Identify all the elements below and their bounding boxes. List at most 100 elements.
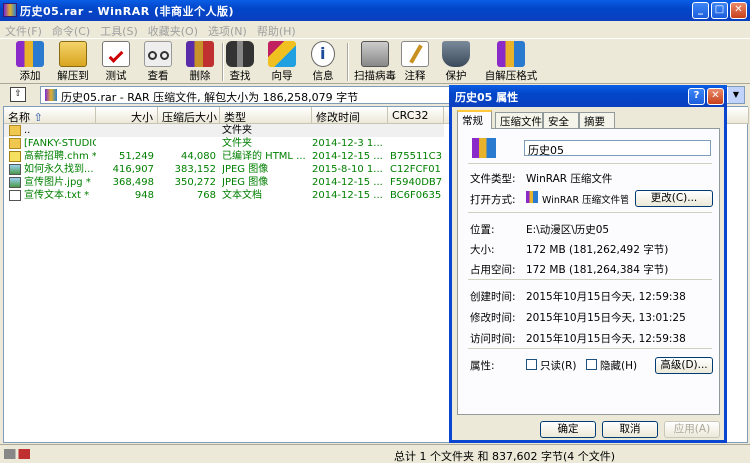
dialog-close-button[interactable]: ✕: [707, 88, 724, 105]
help-file-icon: [9, 151, 21, 162]
wizard-wand-icon: [268, 41, 296, 67]
find-button[interactable]: 查找: [218, 41, 262, 83]
view-button[interactable]: 查看: [136, 41, 180, 83]
file-name-input[interactable]: 历史05: [524, 140, 711, 157]
rar-archive-icon: [45, 89, 57, 101]
view-glasses-icon: [144, 41, 172, 67]
wizard-button[interactable]: 向导: [260, 41, 304, 83]
change-button[interactable]: 更改(C)...: [635, 190, 713, 207]
delete-button[interactable]: 删除: [178, 41, 222, 83]
file-name: 高薪招聘.chm *: [24, 151, 96, 162]
maximize-button[interactable]: □: [711, 2, 728, 19]
readonly-checkbox[interactable]: [526, 359, 537, 370]
ok-button[interactable]: 确定: [540, 421, 596, 438]
column-packed[interactable]: 压缩后大小: [158, 107, 220, 124]
table-row[interactable]: 高薪招聘.chm * 51,249 44,080 已编译的 HTML ... 2…: [4, 150, 444, 163]
extract-to-label: 解压到: [57, 70, 89, 82]
protect-button[interactable]: 保护: [434, 41, 478, 83]
tab-security[interactable]: 安全: [543, 112, 579, 128]
dialog-title-bar[interactable]: 历史05 属性 ? ✕: [449, 85, 727, 107]
advanced-button[interactable]: 高级(D)...: [655, 357, 713, 374]
info-button[interactable]: i 信息: [301, 41, 345, 83]
protect-label: 保护: [445, 70, 467, 82]
column-name-label: 名称: [8, 111, 30, 124]
add-books-icon: [16, 41, 44, 67]
minimize-button[interactable]: _: [692, 2, 709, 19]
up-folder-button[interactable]: ⇧: [10, 87, 26, 102]
folder-icon: [9, 125, 21, 136]
menu-file[interactable]: 文件(F): [0, 21, 47, 39]
find-label: 查找: [229, 70, 251, 82]
address-text: 历史05.rar - RAR 压缩文件, 解包大小为 186,258,079 字…: [61, 91, 359, 104]
size-on-disk-value: 172 MB (181,264,384 字节): [526, 264, 669, 276]
sort-arrow-icon: ⇧: [33, 111, 43, 124]
table-row[interactable]: .. 文件夹: [4, 124, 444, 137]
tab-summary[interactable]: 摘要: [579, 112, 615, 128]
delete-label: 删除: [189, 70, 211, 82]
apply-button[interactable]: 应用(A): [664, 421, 720, 438]
column-name[interactable]: 名称 ⇧: [4, 107, 96, 124]
toolbar: 添加 解压到 测试 查看 删除 查找 向导 i 信息 扫描病毒 注释 保护 自解…: [0, 38, 750, 84]
add-label: 添加: [19, 70, 41, 82]
file-type: 已编译的 HTML ...: [222, 151, 306, 162]
table-row[interactable]: [FANKY-STUDIO... 文件夹 2014-12-3 1...: [4, 137, 444, 150]
extract-to-button[interactable]: 解压到: [51, 41, 95, 83]
image-file-icon: [9, 164, 21, 175]
file-packed: 383,152: [174, 164, 216, 175]
info-label: 信息: [312, 70, 334, 82]
dialog-help-button[interactable]: ?: [688, 88, 705, 105]
file-type: JPEG 图像: [222, 164, 269, 175]
file-modified: 2014-12-15 ...: [312, 151, 383, 162]
divider: [468, 163, 712, 164]
table-row[interactable]: 宣传图片.jpg * 368,498 350,272 JPEG 图像 2014-…: [4, 176, 444, 189]
tab-general[interactable]: 常规: [457, 110, 492, 129]
cancel-button[interactable]: 取消: [602, 421, 658, 438]
menu-help[interactable]: 帮助(H): [252, 21, 301, 39]
file-type: 文本文档: [222, 190, 262, 201]
table-row[interactable]: 宣传文本.txt * 948 768 文本文档 2014-12-15 ... B…: [4, 189, 444, 202]
accessed-label: 访问时间:: [470, 333, 516, 345]
column-crc[interactable]: CRC32: [388, 107, 444, 124]
file-modified: 2014-12-3 1...: [312, 138, 383, 149]
address-dropdown-button[interactable]: ▼: [728, 87, 744, 103]
column-modified[interactable]: 修改时间: [312, 107, 388, 124]
column-type[interactable]: 类型: [220, 107, 312, 124]
file-type-label: 文件类型:: [470, 173, 516, 185]
menu-options[interactable]: 选项(N): [203, 21, 252, 39]
status-bar: 总计 1 个文件夹 和 837,602 字节(4 个文件): [0, 444, 750, 463]
file-size: 948: [134, 190, 154, 201]
image-file-icon: [9, 177, 21, 188]
main-title-bar[interactable]: 历史05.rar - WinRAR (非商业个人版) _ □ ✕: [0, 0, 750, 21]
menu-tools[interactable]: 工具(S): [95, 21, 143, 39]
file-crc: B75511C3: [390, 151, 443, 162]
test-button[interactable]: 测试: [94, 41, 138, 83]
comment-label: 注释: [404, 70, 426, 82]
created-value: 2015年10月15日今天, 12:59:38: [526, 291, 686, 303]
close-button[interactable]: ✕: [730, 2, 747, 19]
tab-archive[interactable]: 压缩文件: [495, 112, 543, 128]
comment-button[interactable]: 注释: [393, 41, 437, 83]
table-row[interactable]: 如何永久找到... 416,907 383,152 JPEG 图像 2015-8…: [4, 163, 444, 176]
file-name: [FANKY-STUDIO...: [24, 138, 96, 149]
window-title: 历史05.rar - WinRAR (非商业个人版): [20, 5, 235, 18]
menu-commands[interactable]: 命令(C): [47, 21, 95, 39]
hidden-label: 隐藏(H): [600, 360, 638, 372]
add-button[interactable]: 添加: [8, 41, 52, 83]
file-type: 文件夹: [222, 138, 252, 149]
test-label: 测试: [105, 70, 127, 82]
sfx-button[interactable]: 自解压格式: [482, 41, 540, 83]
wizard-label: 向导: [271, 70, 293, 82]
toolbar-separator: [347, 43, 349, 81]
column-size[interactable]: 大小: [96, 107, 158, 124]
file-name: ..: [24, 125, 31, 136]
file-packed: 44,080: [181, 151, 216, 162]
view-label: 查看: [147, 70, 169, 82]
size-label: 大小:: [470, 244, 495, 256]
hidden-checkbox[interactable]: [586, 359, 597, 370]
menu-favorites[interactable]: 收藏夹(O): [143, 21, 203, 39]
winrar-small-icon: [526, 191, 538, 203]
readonly-label: 只读(R): [540, 360, 577, 372]
size-on-disk-label: 占用空间:: [470, 264, 516, 276]
file-type: JPEG 图像: [222, 177, 269, 188]
file-size: 416,907: [112, 164, 154, 175]
